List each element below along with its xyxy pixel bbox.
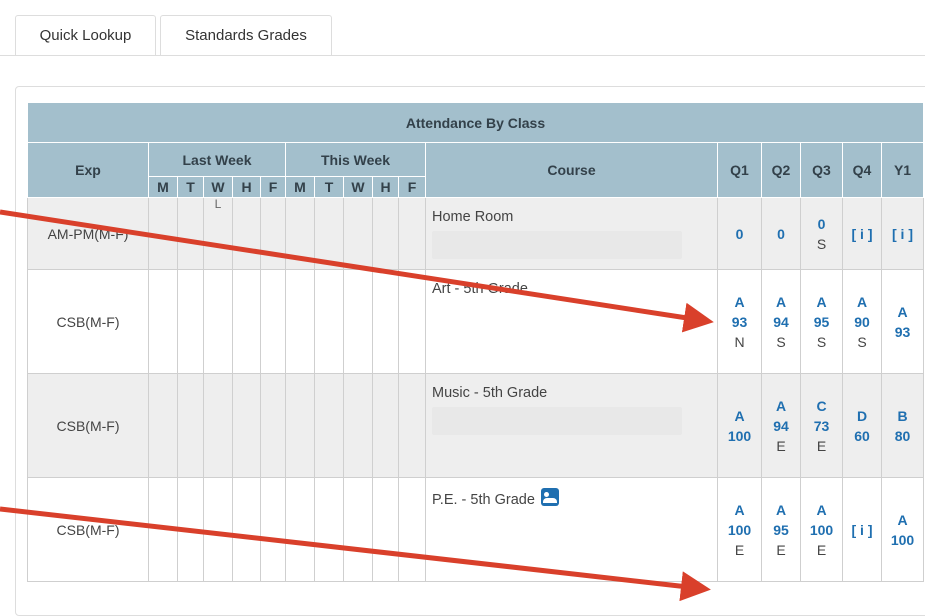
tab-standards-grades[interactable]: Standards Grades — [160, 15, 332, 55]
grade-letter[interactable]: A — [801, 500, 842, 520]
grade-percent[interactable]: 100 — [882, 530, 923, 550]
header-q2: Q2 — [761, 142, 801, 198]
grade-comment: E — [776, 437, 786, 454]
tab-quick-lookup[interactable]: Quick Lookup — [15, 15, 156, 56]
info-link[interactable]: [ i ] — [892, 226, 913, 242]
header-course: Course — [425, 142, 718, 198]
grade-letter[interactable]: A — [718, 500, 761, 520]
grade-letter[interactable]: B — [882, 406, 923, 426]
grade-letter[interactable]: A — [882, 302, 923, 322]
day-header: W — [203, 176, 233, 198]
course-name[interactable]: P.E. - 5th Grade — [432, 492, 535, 508]
grade-link[interactable]: 0 — [718, 224, 761, 244]
grade-comment: E — [816, 541, 827, 558]
grade-comment: S — [816, 333, 827, 350]
exp-cell: CSB(M-F) — [27, 477, 149, 582]
exp-cell: AM-PM(M-F) — [27, 197, 149, 270]
table-row: AM-PM(M-F) L Home Room 0 0 0S [ i ] [ i … — [27, 197, 924, 270]
teacher-redacted — [432, 407, 682, 435]
grade-comment: E — [776, 541, 786, 558]
tab-divider — [0, 55, 925, 56]
grade-comment: E — [816, 437, 827, 454]
day-header: T — [177, 176, 204, 198]
day-header: M — [148, 176, 178, 198]
attendance-mark[interactable]: L — [203, 197, 233, 270]
grade-percent[interactable]: 80 — [882, 426, 923, 446]
header-last-week: Last Week — [148, 142, 286, 177]
grade-letter[interactable]: A — [762, 292, 800, 312]
grade-letter[interactable]: A — [843, 292, 881, 312]
course-name[interactable]: Art - 5th Grade — [432, 281, 528, 297]
grade-percent[interactable]: 94 — [762, 312, 800, 332]
grade-letter[interactable]: A — [882, 510, 923, 530]
course-name[interactable]: Home Room — [432, 209, 513, 225]
grade-percent[interactable]: 100 — [801, 520, 842, 540]
grade-link[interactable]: 0 — [762, 224, 800, 244]
day-header: T — [314, 176, 344, 198]
grade-percent[interactable]: 100 — [718, 520, 761, 540]
grade-percent[interactable]: 100 — [718, 426, 761, 446]
course-name[interactable]: Music - 5th Grade — [432, 385, 547, 401]
contacts-icon[interactable] — [540, 488, 559, 506]
grade-letter[interactable]: D — [843, 406, 881, 426]
day-header: H — [372, 176, 399, 198]
grade-comment: E — [734, 541, 745, 558]
header-y1: Y1 — [881, 142, 924, 198]
grade-letter[interactable]: C — [801, 396, 842, 416]
grade-percent[interactable]: 90 — [843, 312, 881, 332]
grade-letter[interactable]: A — [801, 292, 842, 312]
grade-percent[interactable]: 95 — [762, 520, 800, 540]
table-row: CSB(M-F) P.E. - 5th Grade A 100 E A 95 E A 10… — [27, 477, 924, 582]
exp-cell: CSB(M-F) — [27, 373, 149, 478]
grade-percent[interactable]: 73 — [801, 416, 842, 436]
attendance-table: Attendance By Class Exp Last Week This W… — [27, 102, 924, 582]
day-header: M — [285, 176, 315, 198]
header-q3: Q3 — [800, 142, 843, 198]
grade-letter[interactable]: A — [762, 396, 800, 416]
grade-percent[interactable]: 95 — [801, 312, 842, 332]
grade-percent[interactable]: 93 — [882, 322, 923, 342]
header-this-week: This Week — [285, 142, 426, 177]
grade-percent[interactable]: 60 — [843, 426, 881, 446]
grade-letter[interactable]: A — [718, 406, 761, 426]
grade-percent[interactable]: 94 — [762, 416, 800, 436]
grade-letter[interactable]: A — [762, 500, 800, 520]
info-link[interactable]: [ i ] — [852, 226, 873, 242]
grade-comment: N — [734, 333, 745, 350]
table-row: CSB(M-F) Art - 5th Grade A 93 N A 94 S A 95 S … — [27, 269, 924, 374]
header-exp: Exp — [27, 142, 149, 198]
table-title: Attendance By Class — [27, 102, 924, 143]
header-q4: Q4 — [842, 142, 882, 198]
header-q1: Q1 — [717, 142, 762, 198]
exp-cell: CSB(M-F) — [27, 269, 149, 374]
grade-letter[interactable]: A — [718, 292, 761, 312]
day-header: H — [232, 176, 261, 198]
tab-bar: Quick Lookup Standards Grades — [0, 0, 925, 56]
info-link[interactable]: [ i ] — [852, 522, 873, 538]
grade-link[interactable]: 0 — [801, 214, 842, 234]
grade-percent[interactable]: 93 — [718, 312, 761, 332]
table-row: CSB(M-F) Music - 5th Grade A 100 A 94 E C 73… — [27, 373, 924, 478]
grade-comment: S — [816, 235, 827, 252]
grade-comment: S — [776, 333, 786, 350]
day-header: F — [260, 176, 286, 198]
day-header: W — [343, 176, 373, 198]
day-header: F — [398, 176, 426, 198]
teacher-redacted — [432, 231, 682, 259]
grade-comment: S — [857, 333, 867, 350]
